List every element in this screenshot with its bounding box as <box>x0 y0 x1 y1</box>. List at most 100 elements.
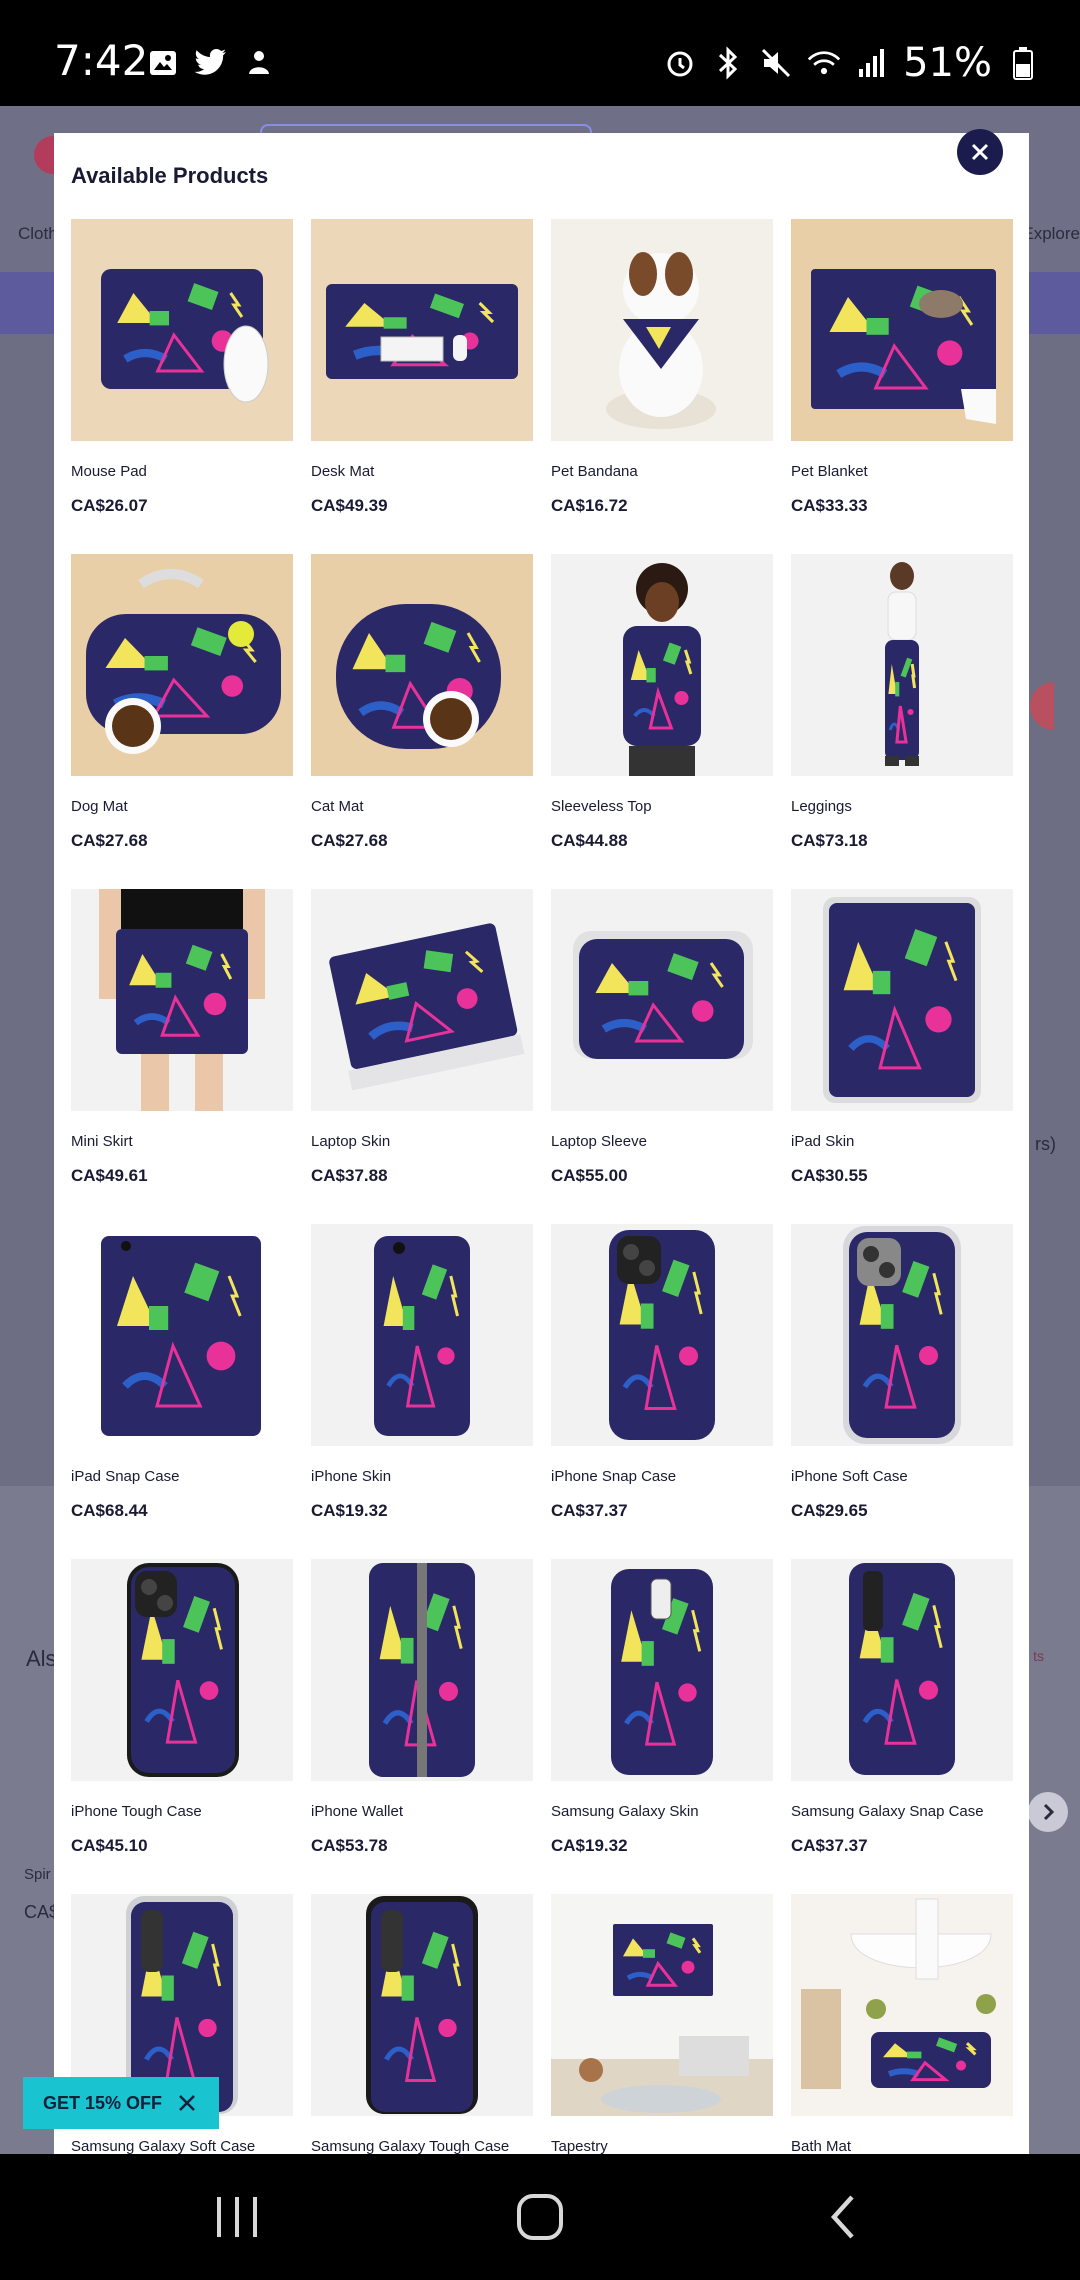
product-image[interactable] <box>311 889 533 1111</box>
product-card[interactable]: Mouse Pad CA$26.07 <box>71 219 293 516</box>
product-name[interactable]: Mini Skirt <box>71 1133 293 1150</box>
product-image[interactable] <box>551 889 773 1111</box>
product-name[interactable]: Desk Mat <box>311 463 533 480</box>
product-image[interactable] <box>311 219 533 441</box>
product-name[interactable]: Cat Mat <box>311 798 533 815</box>
product-image[interactable] <box>311 1224 533 1446</box>
status-bar: 7:42 51% <box>0 0 1080 106</box>
product-image[interactable] <box>791 1224 1013 1446</box>
product-image[interactable] <box>791 1559 1013 1781</box>
product-image[interactable] <box>791 219 1013 441</box>
product-price: CA$49.39 <box>311 496 388 515</box>
background-nav-right: Explore <box>1022 224 1080 243</box>
product-name[interactable]: Dog Mat <box>71 798 293 815</box>
product-price: CA$30.55 <box>791 1166 868 1185</box>
product-price: CA$19.32 <box>311 1501 388 1520</box>
discount-banner[interactable]: GET 15% OFF <box>23 2077 219 2129</box>
background-text: rs) <box>1035 1134 1056 1154</box>
product-card[interactable]: iPhone Tough Case CA$45.10 <box>71 1559 293 1856</box>
discount-label: GET 15% OFF <box>43 2092 163 2113</box>
product-name[interactable]: iPhone Tough Case <box>71 1803 293 1820</box>
product-name[interactable]: Laptop Sleeve <box>551 1133 773 1150</box>
product-image[interactable] <box>551 219 773 441</box>
product-card[interactable]: Pet Bandana CA$16.72 <box>551 219 773 516</box>
product-name[interactable]: Laptop Skin <box>311 1133 533 1150</box>
close-button[interactable] <box>957 129 1003 175</box>
product-name[interactable]: iPhone Wallet <box>311 1803 533 1820</box>
product-image[interactable] <box>791 554 1013 776</box>
product-card[interactable]: iPad Snap Case CA$68.44 <box>71 1224 293 1521</box>
product-name[interactable]: iPhone Soft Case <box>791 1468 1013 1485</box>
product-name[interactable]: Pet Blanket <box>791 463 1013 480</box>
product-image[interactable] <box>551 1559 773 1781</box>
product-name[interactable]: iPhone Snap Case <box>551 1468 773 1485</box>
product-image[interactable] <box>551 554 773 776</box>
product-price: CA$33.33 <box>791 496 868 515</box>
product-price: CA$55.00 <box>551 1166 628 1185</box>
product-name[interactable]: iPad Skin <box>791 1133 1013 1150</box>
product-image[interactable] <box>791 1894 1013 2116</box>
product-name[interactable]: Pet Bandana <box>551 463 773 480</box>
product-name[interactable]: Samsung Galaxy Snap Case <box>791 1803 1013 1820</box>
product-image[interactable] <box>551 1894 773 2116</box>
bluetooth-icon <box>711 46 745 80</box>
product-image[interactable] <box>71 1224 293 1446</box>
product-name[interactable]: Mouse Pad <box>71 463 293 480</box>
back-icon <box>830 2195 854 2239</box>
product-image[interactable] <box>71 554 293 776</box>
product-card[interactable]: Tapestry <box>551 1894 773 2154</box>
product-card[interactable]: Desk Mat CA$49.39 <box>311 219 533 516</box>
product-image[interactable] <box>551 1224 773 1446</box>
notification-icons <box>146 46 276 80</box>
product-card[interactable]: iPad Skin CA$30.55 <box>791 889 1013 1186</box>
product-card[interactable]: iPhone Snap Case CA$37.37 <box>551 1224 773 1521</box>
product-image[interactable] <box>71 1559 293 1781</box>
product-name[interactable]: Samsung Galaxy Soft Case <box>71 2138 293 2154</box>
product-card[interactable]: Mini Skirt CA$49.61 <box>71 889 293 1186</box>
close-icon <box>971 143 989 161</box>
product-card[interactable]: iPhone Soft Case CA$29.65 <box>791 1224 1013 1521</box>
product-image[interactable] <box>311 1559 533 1781</box>
product-name[interactable]: Samsung Galaxy Tough Case <box>311 2138 533 2154</box>
battery-icon <box>1006 46 1040 80</box>
product-image[interactable] <box>791 889 1013 1111</box>
product-card[interactable]: Sleeveless Top CA$44.88 <box>551 554 773 851</box>
product-name[interactable]: iPhone Skin <box>311 1468 533 1485</box>
product-name[interactable]: iPad Snap Case <box>71 1468 293 1485</box>
product-image[interactable] <box>311 554 533 776</box>
recent-apps-button[interactable] <box>202 2184 272 2250</box>
product-card[interactable]: Pet Blanket CA$33.33 <box>791 219 1013 516</box>
product-image[interactable] <box>71 889 293 1111</box>
back-button[interactable] <box>808 2184 878 2250</box>
alarm-icon <box>663 46 697 80</box>
product-name[interactable]: Sleeveless Top <box>551 798 773 815</box>
product-image[interactable] <box>311 1894 533 2116</box>
home-button[interactable] <box>505 2184 575 2250</box>
system-nav-bar <box>0 2154 1080 2280</box>
product-card[interactable]: Samsung Galaxy Skin CA$19.32 <box>551 1559 773 1856</box>
clock: 7:42 <box>54 36 149 85</box>
signal-icon <box>855 46 889 80</box>
twitter-icon <box>194 46 228 80</box>
product-price: CA$27.68 <box>311 831 388 850</box>
product-name[interactable]: Tapestry <box>551 2138 773 2154</box>
product-card[interactable]: Laptop Sleeve CA$55.00 <box>551 889 773 1186</box>
close-icon[interactable] <box>178 2094 196 2112</box>
product-card[interactable]: Bath Mat <box>791 1894 1013 2154</box>
product-price: CA$19.32 <box>551 1836 628 1855</box>
product-card[interactable]: Leggings CA$73.18 <box>791 554 1013 851</box>
product-name[interactable]: Bath Mat <box>791 2138 1013 2154</box>
product-name[interactable]: Leggings <box>791 798 1013 815</box>
mute-icon <box>759 46 793 80</box>
product-image[interactable] <box>71 219 293 441</box>
product-card[interactable]: Cat Mat CA$27.68 <box>311 554 533 851</box>
product-card[interactable]: Samsung Galaxy Tough Case <box>311 1894 533 2154</box>
product-card[interactable]: Laptop Skin CA$37.88 <box>311 889 533 1186</box>
product-price: CA$49.61 <box>71 1166 148 1185</box>
system-icons: 51% <box>663 40 1040 86</box>
product-card[interactable]: iPhone Skin CA$19.32 <box>311 1224 533 1521</box>
product-name[interactable]: Samsung Galaxy Skin <box>551 1803 773 1820</box>
product-card[interactable]: Samsung Galaxy Snap Case CA$37.37 <box>791 1559 1013 1856</box>
product-card[interactable]: Dog Mat CA$27.68 <box>71 554 293 851</box>
product-card[interactable]: iPhone Wallet CA$53.78 <box>311 1559 533 1856</box>
